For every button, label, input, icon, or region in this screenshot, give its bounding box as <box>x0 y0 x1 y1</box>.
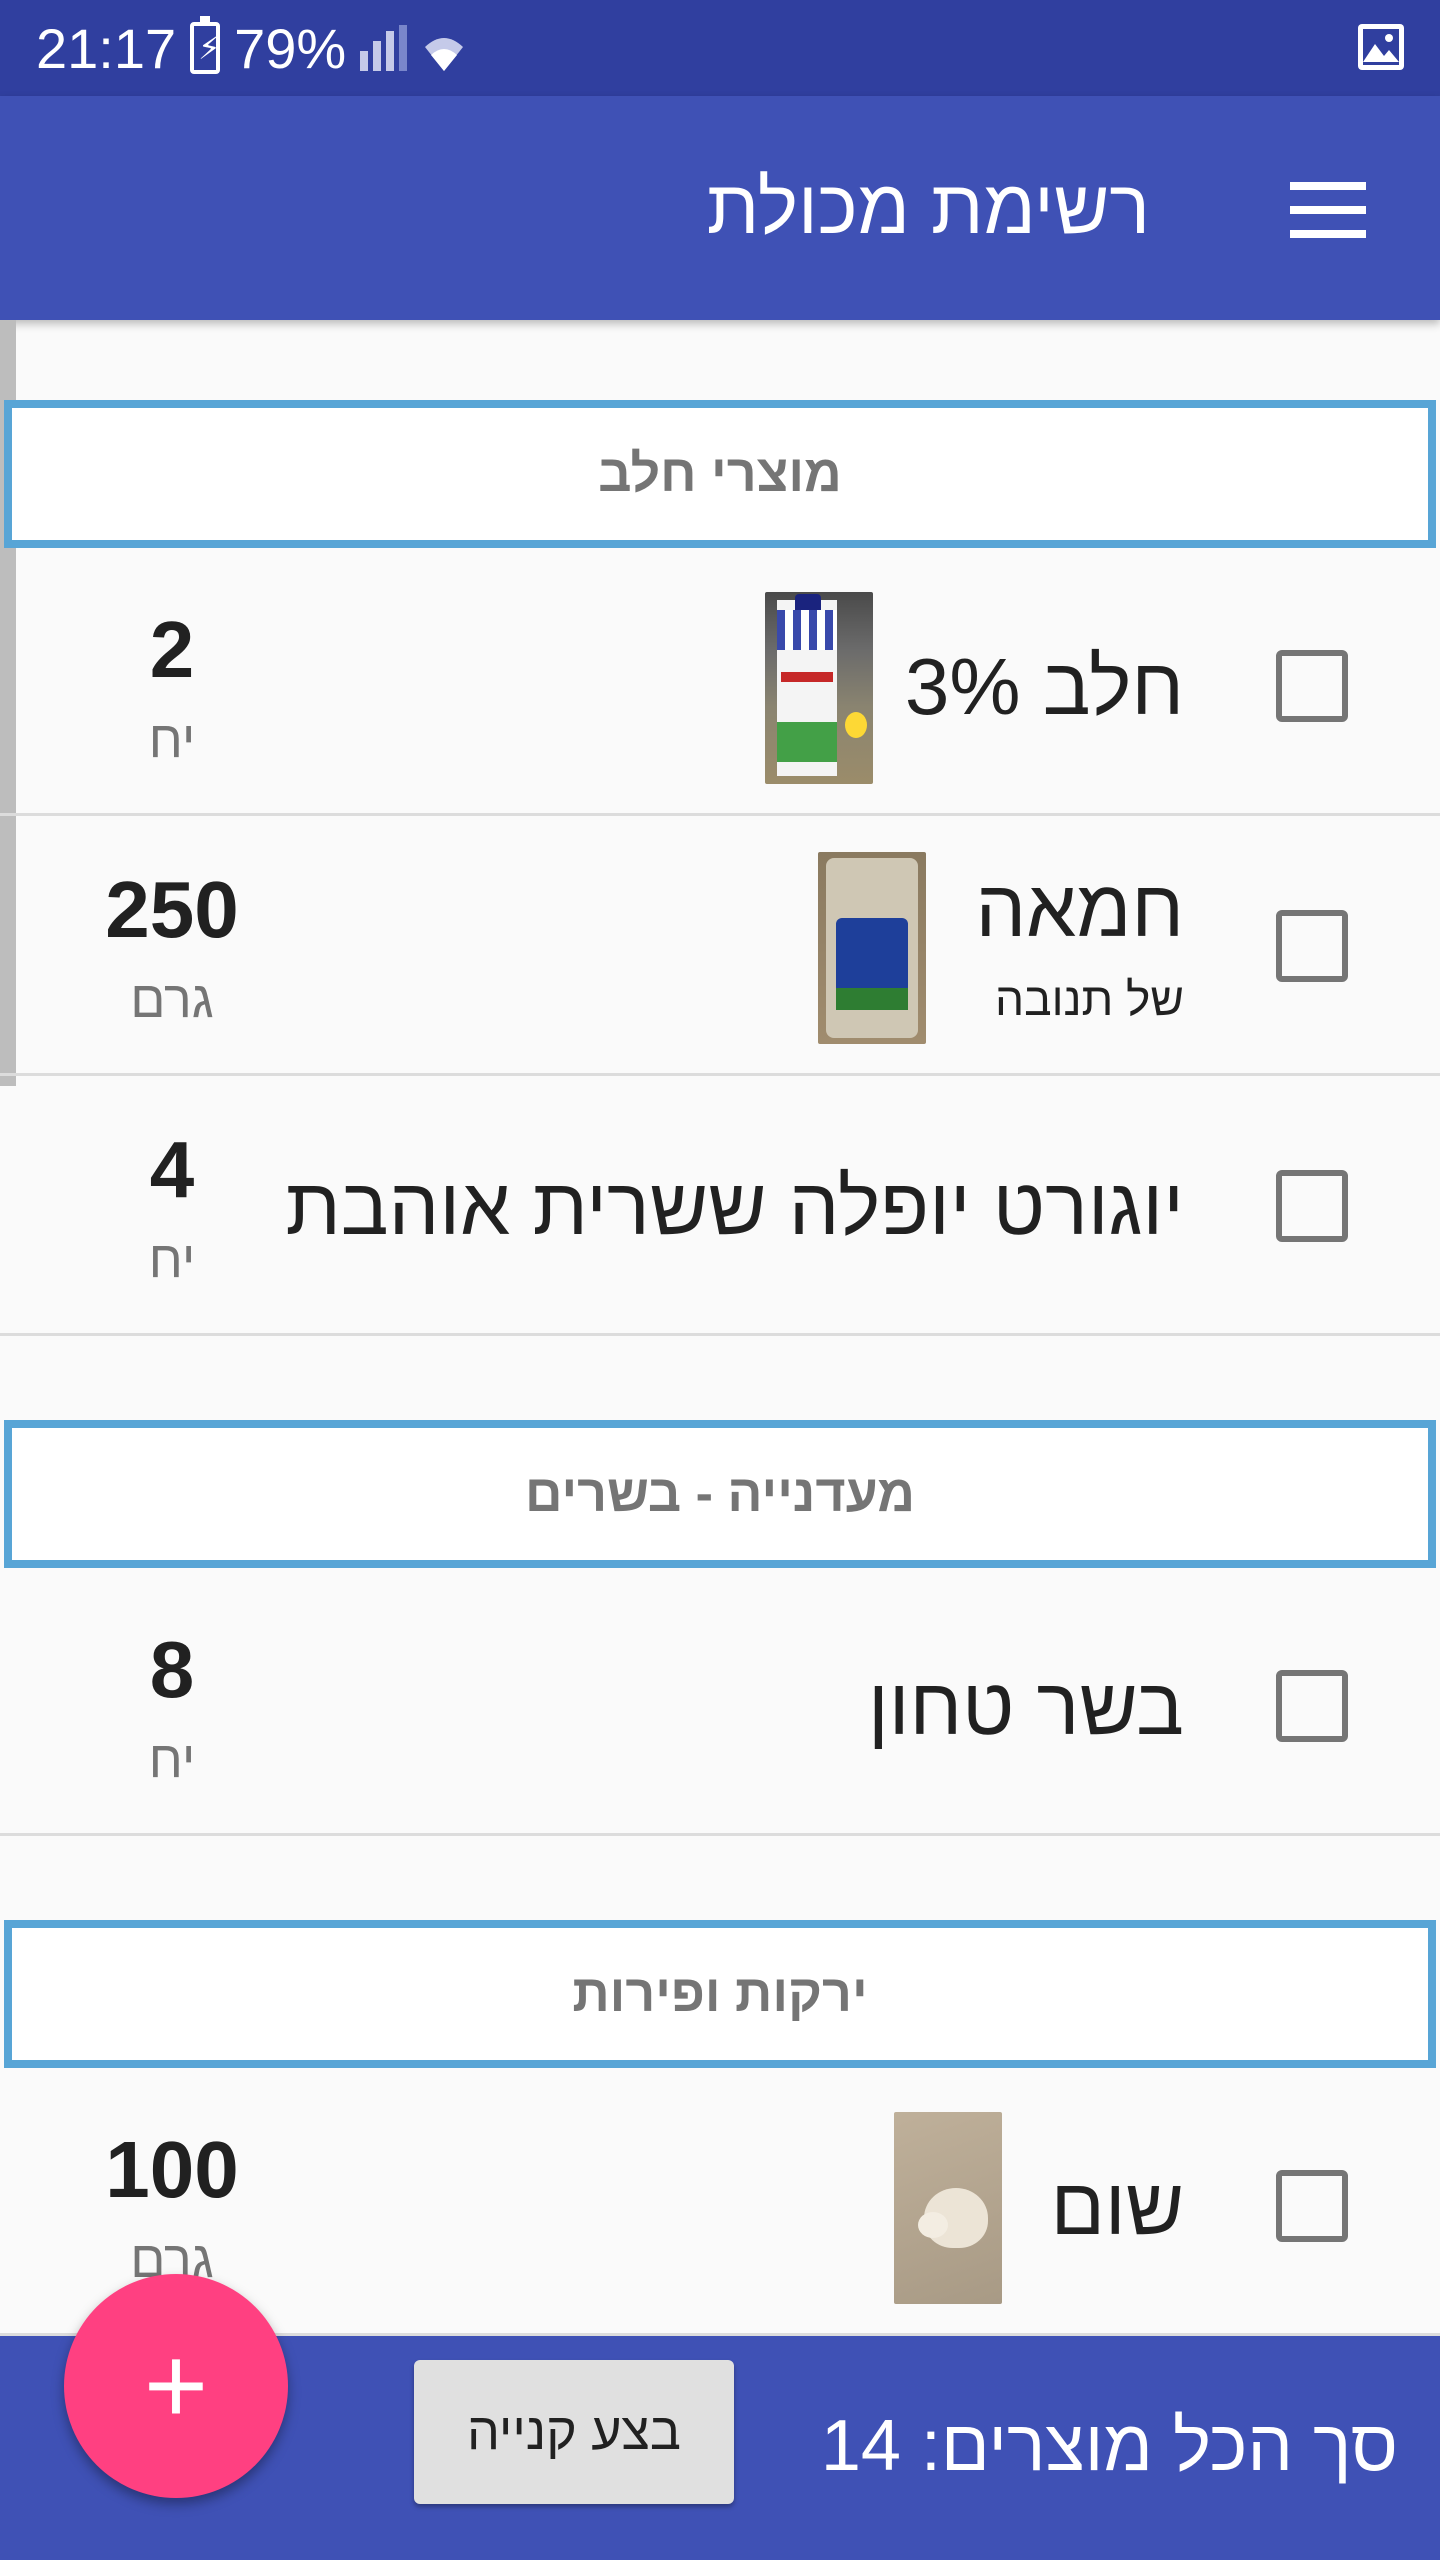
item-quantity: 8 <box>149 1625 195 1714</box>
item-quantity: 250 <box>105 865 239 954</box>
item-quantity: 4 <box>149 1125 195 1214</box>
list-item[interactable]: חלב 3% 2 יח <box>0 556 1440 816</box>
status-left-group: 21:17 ⚡ 79% <box>36 16 467 80</box>
list-item[interactable]: חמאה של תנובה 250 גרם <box>0 816 1440 1076</box>
item-name: יוגורט יופלה ששרית אוהבת <box>285 1162 1184 1251</box>
section-label: ירקות ופירות <box>572 1965 868 2023</box>
image-notification-icon <box>1358 24 1404 70</box>
page-title: רשימת מכולת <box>706 165 1150 250</box>
add-icon: + <box>143 2324 209 2447</box>
battery-percent: 79% <box>234 16 347 80</box>
total-products-label: סך הכל מוצרים: 14 <box>820 2406 1398 2486</box>
product-thumbnail[interactable] <box>818 852 926 1044</box>
section-header-produce: ירקות ופירות <box>4 1920 1436 2068</box>
status-time: 21:17 <box>36 16 177 80</box>
list-item[interactable]: בשר טחון 8 יח <box>0 1576 1440 1836</box>
item-name: חלב 3% <box>904 642 1184 731</box>
item-subtitle: של תנובה <box>994 973 1184 1025</box>
item-checkbox[interactable] <box>1276 1170 1348 1242</box>
checkout-button[interactable]: בצע קנייה <box>414 2360 734 2504</box>
section-header-deli: מעדנייה - בשרים <box>4 1420 1436 1568</box>
item-name: חמאה <box>975 864 1184 953</box>
product-thumbnail[interactable] <box>894 2112 1002 2304</box>
wifi-icon <box>421 25 467 71</box>
section-label: מעדנייה - בשרים <box>525 1465 915 1523</box>
list-item[interactable]: יוגורט יופלה ששרית אוהבת 4 יח <box>0 1076 1440 1336</box>
product-thumbnail[interactable] <box>765 592 873 784</box>
status-bar: 21:17 ⚡ 79% <box>0 0 1440 96</box>
battery-charging-icon: ⚡ <box>190 16 221 74</box>
item-checkbox[interactable] <box>1276 1670 1348 1742</box>
item-quantity: 2 <box>149 605 195 694</box>
item-unit: יח <box>148 1231 196 1289</box>
add-item-button[interactable]: + <box>64 2274 288 2498</box>
item-checkbox[interactable] <box>1276 650 1348 722</box>
item-quantity: 100 <box>105 2125 239 2214</box>
hamburger-menu-icon[interactable] <box>1290 182 1366 238</box>
item-checkbox[interactable] <box>1276 2170 1348 2242</box>
app-bar: רשימת מכולת <box>0 96 1440 320</box>
item-name: שום <box>1050 2162 1184 2251</box>
item-unit: יח <box>148 711 196 769</box>
item-unit: גרם <box>130 971 214 1029</box>
section-header-dairy: מוצרי חלב <box>4 400 1436 548</box>
item-checkbox[interactable] <box>1276 910 1348 982</box>
item-unit: יח <box>148 1731 196 1789</box>
signal-icon <box>360 25 408 71</box>
section-label: מוצרי חלב <box>598 445 842 503</box>
item-name: בשר טחון <box>867 1662 1184 1751</box>
